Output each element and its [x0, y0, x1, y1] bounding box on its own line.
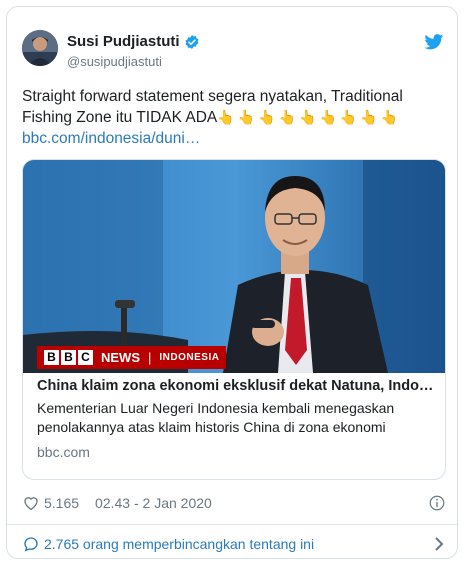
- card-description: Kementerian Luar Negeri Indonesia kembal…: [37, 400, 395, 435]
- verified-badge-icon: [185, 34, 198, 49]
- chevron-right-icon[interactable]: [432, 536, 446, 552]
- tweet-header: Susi Pudjiastuti @susipudjiastuti: [22, 30, 444, 72]
- bbc-region-label: INDONESIA: [159, 352, 220, 363]
- card-image: [23, 160, 445, 373]
- like-count[interactable]: 5.165: [44, 495, 79, 511]
- info-icon[interactable]: [428, 494, 446, 512]
- bbc-news-banner: B B C NEWS | INDONESIA: [37, 346, 227, 369]
- card-body: China klaim zona ekonomi eksklusif dekat…: [37, 378, 437, 460]
- divider: [7, 524, 457, 525]
- bbc-logo-block: C: [78, 350, 93, 365]
- conversation-label[interactable]: 2.765 orang memperbincangkan tentang ini: [44, 536, 314, 552]
- card-domain: bbc.com: [37, 444, 90, 460]
- heart-icon[interactable]: [22, 494, 40, 512]
- conversation-link[interactable]: 2.765 orang memperbincangkan tentang ini: [22, 533, 446, 555]
- bbc-logo-block: B: [44, 350, 59, 365]
- twitter-bird-icon[interactable]: [424, 34, 444, 50]
- link-preview-card[interactable]: B B C NEWS | INDONESIA China klaim zona …: [22, 159, 446, 480]
- author-handle[interactable]: @susipudjiastuti: [67, 54, 162, 69]
- pointing-up-emoji: 👆👆👆👆👆👆👆👆👆: [217, 109, 402, 125]
- bbc-logo: B B C: [44, 350, 93, 365]
- bbc-separator: |: [148, 350, 152, 365]
- avatar[interactable]: [22, 30, 58, 66]
- bbc-news-label: NEWS: [101, 350, 140, 365]
- tweet-link[interactable]: bbc.com/indonesia/duni…: [22, 130, 200, 147]
- card-title[interactable]: China klaim zona ekonomi eksklusif dekat…: [37, 378, 437, 394]
- tweet-timestamp[interactable]: 02.43 - 2 Jan 2020: [95, 495, 212, 511]
- author-name-row: Susi Pudjiastuti: [67, 33, 200, 50]
- tweet-text: Straight forward statement segera nyatak…: [22, 86, 447, 149]
- bbc-logo-block: B: [61, 350, 76, 365]
- tweet-meta: 5.165 02.43 - 2 Jan 2020: [22, 491, 446, 515]
- speech-bubble-icon: [24, 537, 38, 552]
- author-name[interactable]: Susi Pudjiastuti: [67, 33, 180, 50]
- tweet-card: Susi Pudjiastuti @susipudjiastuti Straig…: [6, 6, 458, 559]
